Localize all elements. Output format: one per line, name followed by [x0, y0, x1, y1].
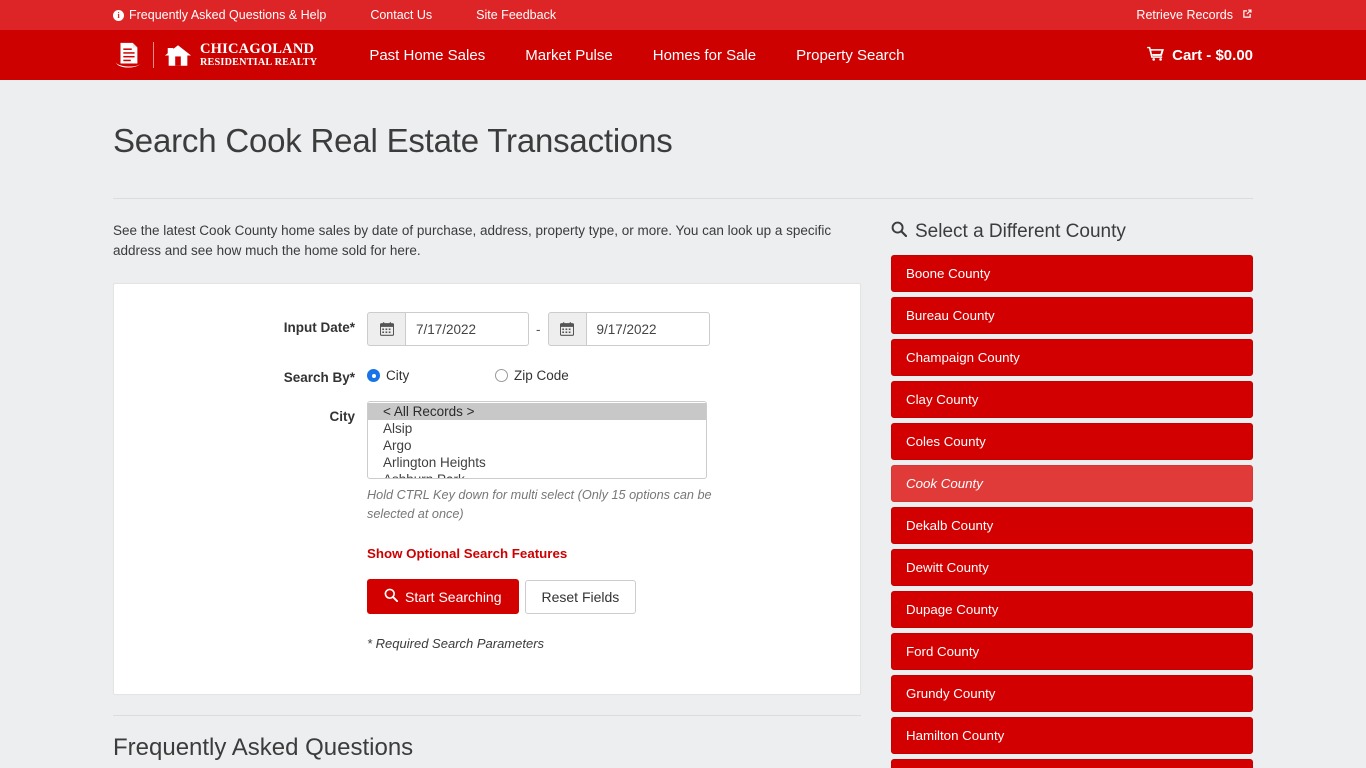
house-icon	[164, 44, 192, 66]
top-utility-bar: i Frequently Asked Questions & Help Cont…	[0, 0, 1366, 30]
sidebar-heading-label: Select a Different County	[915, 221, 1126, 242]
county-item-ford[interactable]: Ford County	[891, 633, 1253, 670]
city-option[interactable]: < All Records >	[368, 403, 706, 420]
faq-help-link[interactable]: i Frequently Asked Questions & Help	[113, 8, 326, 22]
search-icon	[384, 588, 399, 605]
form-row-input-date: Input Date* 7/17/2022 - 9/17/2022	[114, 312, 860, 346]
page-intro-text: See the latest Cook County home sales by…	[113, 223, 832, 258]
info-icon: i	[113, 9, 124, 21]
county-item-cook[interactable]: Cook County	[891, 465, 1253, 502]
content-row: See the latest Cook County home sales by…	[113, 199, 1253, 768]
county-sidebar: Select a Different County Boone County B…	[891, 199, 1253, 768]
site-feedback-link[interactable]: Site Feedback	[476, 8, 556, 22]
retrieve-records-link[interactable]: Retrieve Records	[1136, 8, 1253, 23]
county-item-hamilton[interactable]: Hamilton County	[891, 717, 1253, 754]
date-range-separator: -	[536, 321, 541, 337]
nav-item-homes-for-sale[interactable]: Homes for Sale	[633, 47, 776, 64]
search-by-field: City Zip Code	[367, 362, 860, 383]
county-item-boone[interactable]: Boone County	[891, 255, 1253, 292]
nav-item-property-search[interactable]: Property Search	[776, 47, 924, 64]
county-item-coles[interactable]: Coles County	[891, 423, 1253, 460]
search-form-card: Input Date* 7/17/2022 - 9/17/2022 Search…	[113, 283, 861, 695]
sidebar-heading: Select a Different County	[891, 221, 1253, 243]
cart-label: Cart - $0.00	[1172, 46, 1253, 64]
retrieve-records-label: Retrieve Records	[1136, 8, 1233, 22]
city-option[interactable]: Argo	[368, 437, 706, 454]
date-from-group	[367, 312, 529, 346]
search-icon-sidebar	[891, 221, 908, 243]
contact-us-link[interactable]: Contact Us	[370, 8, 432, 22]
city-option[interactable]: Alsip	[368, 420, 706, 437]
city-field: < All Records > Alsip Argo Arlington Hei…	[367, 401, 860, 651]
brand-logo[interactable]: CHICAGOLAND RESIDENTIAL REALTY	[113, 40, 317, 70]
external-link-icon	[1241, 8, 1253, 23]
radio-zip-indicator[interactable]	[495, 369, 508, 382]
city-label: City	[329, 409, 355, 424]
date-to-group	[547, 312, 710, 346]
city-multiselect[interactable]: < All Records > Alsip Argo Arlington Hei…	[367, 401, 707, 479]
nav-item-market-pulse[interactable]: Market Pulse	[505, 47, 633, 64]
date-from-input[interactable]	[405, 312, 529, 346]
city-option[interactable]: Arlington Heights	[368, 454, 706, 471]
document-stack-icon	[113, 40, 143, 70]
faq-help-label: Frequently Asked Questions & Help	[129, 8, 327, 22]
county-list: Boone County Bureau County Champaign Cou…	[891, 255, 1253, 768]
county-item-dewitt[interactable]: Dewitt County	[891, 549, 1253, 586]
radio-city-indicator[interactable]	[367, 369, 380, 382]
brand-wordmark: CHICAGOLAND RESIDENTIAL REALTY	[200, 42, 317, 68]
county-item-johnson[interactable]: Johnson County	[891, 759, 1253, 768]
county-item-bureau[interactable]: Bureau County	[891, 297, 1253, 334]
nav-item-past-home-sales[interactable]: Past Home Sales	[349, 47, 505, 64]
brand-line-2: RESIDENTIAL REALTY	[200, 56, 318, 68]
search-by-label: Search By*	[283, 370, 355, 385]
radio-zip-label: Zip Code	[514, 368, 569, 383]
start-searching-label: Start Searching	[405, 588, 502, 605]
calendar-icon-to[interactable]	[547, 312, 586, 346]
county-item-champaign[interactable]: Champaign County	[891, 339, 1253, 376]
show-optional-search-features-link[interactable]: Show Optional Search Features	[367, 546, 567, 561]
brand-divider	[153, 42, 154, 68]
main-column: See the latest Cook County home sales by…	[113, 199, 861, 768]
input-date-field: -	[367, 312, 860, 346]
cart-button[interactable]: Cart - $0.00	[1147, 46, 1253, 65]
faq-section-title: Frequently Asked Questions	[113, 734, 414, 761]
brand-line-1: CHICAGOLAND	[200, 40, 315, 57]
date-range-group: -	[367, 312, 710, 346]
search-by-radio-group: City Zip Code	[367, 362, 860, 383]
main-navbar: CHICAGOLAND RESIDENTIAL REALTY Past Home…	[0, 30, 1366, 80]
county-item-grundy[interactable]: Grundy County	[891, 675, 1253, 712]
city-helper-text: Hold CTRL Key down for multi select (Onl…	[367, 488, 712, 521]
faq-divider	[113, 715, 861, 716]
form-row-city: City < All Records > Alsip Argo Arlingto…	[114, 401, 860, 651]
nav-links: Past Home Sales Market Pulse Homes for S…	[349, 47, 924, 64]
input-date-label: Input Date*	[283, 320, 355, 335]
radio-city-label: City	[386, 368, 410, 383]
start-searching-button[interactable]: Start Searching	[367, 579, 519, 614]
radio-option-city[interactable]: City	[367, 368, 495, 383]
cart-icon	[1147, 46, 1165, 65]
radio-option-zip-code[interactable]: Zip Code	[495, 368, 569, 383]
form-row-search-by: Search By* City Zip Code	[114, 362, 860, 385]
county-item-dekalb[interactable]: Dekalb County	[891, 507, 1253, 544]
county-item-dupage[interactable]: Dupage County	[891, 591, 1253, 628]
reset-fields-button[interactable]: Reset Fields	[524, 579, 637, 614]
calendar-icon-from[interactable]	[367, 312, 405, 346]
page-container: Search Cook Real Estate Transactions See…	[0, 122, 1366, 768]
city-option[interactable]: Ashburn Park	[368, 471, 706, 478]
county-item-clay[interactable]: Clay County	[891, 381, 1253, 418]
page-title: Search Cook Real Estate Transactions	[113, 122, 673, 159]
date-to-input[interactable]	[585, 312, 710, 346]
form-button-row: Start Searching Reset Fields	[367, 579, 860, 614]
required-parameters-note: * Required Search Parameters	[367, 636, 545, 651]
